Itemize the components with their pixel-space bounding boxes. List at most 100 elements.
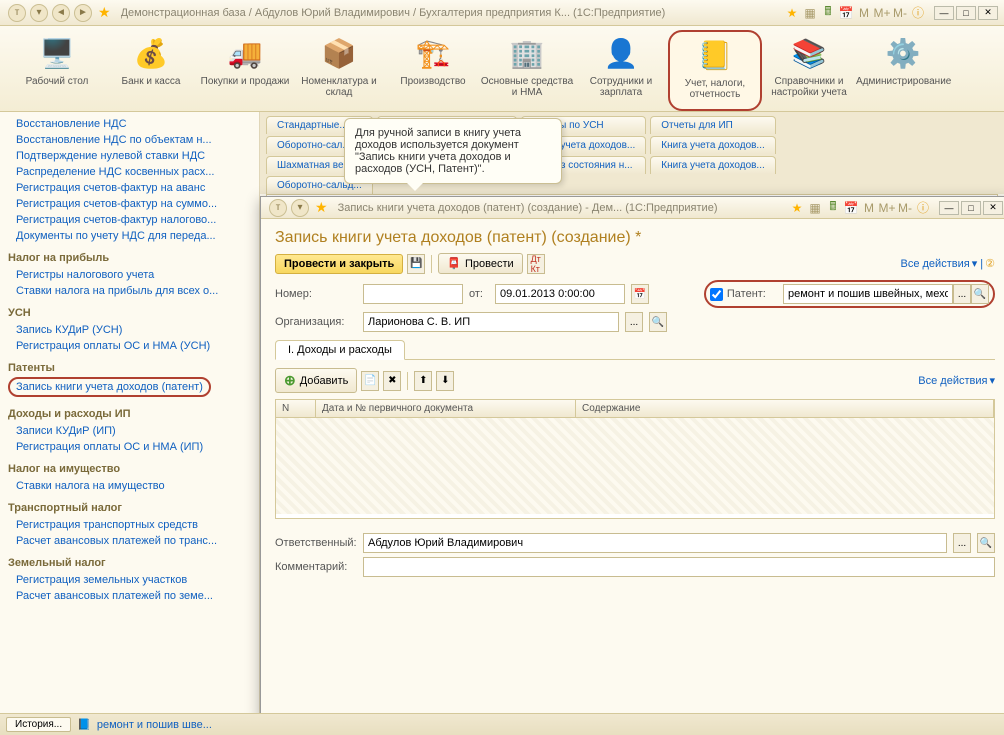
- sidebar-link[interactable]: Документы по учету НДС для переда...: [8, 228, 255, 244]
- history-button[interactable]: История...: [6, 717, 71, 732]
- org-select-button[interactable]: ...: [625, 312, 643, 332]
- star-small-icon[interactable]: ★: [784, 5, 800, 21]
- grid-icon[interactable]: ▦: [802, 5, 818, 21]
- back-button[interactable]: ◄: [52, 4, 70, 22]
- m-minus-icon[interactable]: M-: [892, 5, 908, 21]
- status-tab[interactable]: ремонт и пошив шве...: [97, 719, 212, 731]
- sidebar-link[interactable]: Ставки налога на прибыль для всех о...: [8, 283, 255, 299]
- books-icon: 📚: [785, 32, 833, 74]
- tool-staff[interactable]: 👤Сотрудники и зарплата: [574, 30, 668, 111]
- patent-open-button[interactable]: 🔍: [971, 284, 989, 304]
- maximize-button[interactable]: □: [956, 6, 976, 20]
- sidebar-link[interactable]: Расчет авансовых платежей по земе...: [8, 588, 255, 604]
- number-input[interactable]: [363, 284, 463, 304]
- sidebar-link[interactable]: Подтверждение нулевой ставки НДС: [8, 148, 255, 164]
- tab[interactable]: Книга учета доходов...: [650, 156, 776, 174]
- favorite-icon[interactable]: ★: [315, 199, 328, 216]
- patent-checkbox[interactable]: [710, 288, 723, 301]
- grid-icon[interactable]: ▦: [807, 200, 823, 216]
- m-icon[interactable]: M: [861, 200, 877, 216]
- calc-icon[interactable]: 🖩: [825, 200, 841, 216]
- tab[interactable]: Отчеты для ИП: [650, 116, 776, 134]
- col-doc[interactable]: Дата и № первичного документа: [316, 400, 576, 417]
- tool-refs[interactable]: 📚Справочники и настройки учета: [762, 30, 856, 111]
- logo-icon[interactable]: т: [269, 199, 287, 217]
- col-n[interactable]: N: [276, 400, 316, 417]
- calendar-icon[interactable]: 📅: [843, 200, 859, 216]
- close-button[interactable]: ✕: [983, 201, 1003, 215]
- sidebar-link[interactable]: Регистрация оплаты ОС и НМА (УСН): [8, 338, 255, 354]
- comment-input[interactable]: [363, 557, 995, 577]
- window-title: Демонстрационная база / Абдулов Юрий Вла…: [121, 7, 784, 19]
- tool-stock[interactable]: 📦Номенклатура и склад: [292, 30, 386, 111]
- tool-admin[interactable]: ⚙️Администрирование: [856, 30, 950, 111]
- calendar-icon[interactable]: 📅: [838, 5, 854, 21]
- col-content[interactable]: Содержание: [576, 400, 994, 417]
- sidebar-link[interactable]: Регистрация транспортных средств: [8, 517, 255, 533]
- dropdown-icon[interactable]: ▾: [291, 199, 309, 217]
- responsible-input[interactable]: [363, 533, 947, 553]
- doc-icon[interactable]: 📘: [77, 718, 91, 731]
- tab[interactable]: Книга учета доходов...: [650, 136, 776, 154]
- sidebar-link[interactable]: Регистрация оплаты ОС и НМА (ИП): [8, 439, 255, 455]
- dropdown-icon[interactable]: ▾: [30, 4, 48, 22]
- minimize-button[interactable]: —: [934, 6, 954, 20]
- all-actions-link[interactable]: Все действия ▾ | ②: [901, 257, 996, 270]
- delete-row-button[interactable]: ✖: [383, 371, 401, 391]
- tool-assets[interactable]: 🏢Основные средства и НМА: [480, 30, 574, 111]
- sidebar-link[interactable]: Записи КУДиР (ИП): [8, 423, 255, 439]
- tool-sales[interactable]: 🚚Покупки и продажи: [198, 30, 292, 111]
- move-down-button[interactable]: ⬇: [436, 371, 454, 391]
- resp-select-button[interactable]: ...: [953, 533, 971, 553]
- grid-body[interactable]: [276, 418, 994, 514]
- tool-bank[interactable]: 💰Банк и касса: [104, 30, 198, 111]
- sidebar-link[interactable]: Регистрация счетов-фактур налогово...: [8, 212, 255, 228]
- info-icon[interactable]: ⓘ: [910, 5, 926, 21]
- m-minus-icon[interactable]: M-: [897, 200, 913, 216]
- sidebar-link[interactable]: Регистрация счетов-фактур на суммо...: [8, 196, 255, 212]
- post-button[interactable]: 📮 Провести: [438, 253, 522, 274]
- m-plus-icon[interactable]: M+: [874, 5, 890, 21]
- m-icon[interactable]: M: [856, 5, 872, 21]
- forward-button[interactable]: ►: [74, 4, 92, 22]
- close-button[interactable]: ✕: [978, 6, 998, 20]
- sidebar-link[interactable]: Распределение НДС косвенных расх...: [8, 164, 255, 180]
- data-grid[interactable]: N Дата и № первичного документа Содержан…: [275, 399, 995, 519]
- all-actions-link[interactable]: Все действия ▾: [918, 374, 995, 387]
- org-input[interactable]: [363, 312, 619, 332]
- tool-desktop[interactable]: 🖥️Рабочий стол: [10, 30, 104, 111]
- dtkt-button[interactable]: ДтКт: [527, 254, 545, 274]
- move-up-button[interactable]: ⬆: [414, 371, 432, 391]
- sidebar-link[interactable]: Восстановление НДС по объектам н...: [8, 132, 255, 148]
- tab-income-expense[interactable]: I. Доходы и расходы: [275, 340, 405, 360]
- sidebar-link[interactable]: Ставки налога на имущество: [8, 478, 255, 494]
- maximize-button[interactable]: □: [961, 201, 981, 215]
- logo-icon[interactable]: т: [8, 4, 26, 22]
- star-small-icon[interactable]: ★: [789, 200, 805, 216]
- m-plus-icon[interactable]: M+: [879, 200, 895, 216]
- org-open-button[interactable]: 🔍: [649, 312, 667, 332]
- sidebar-link[interactable]: Запись КУДиР (УСН): [8, 322, 255, 338]
- minimize-button[interactable]: —: [939, 201, 959, 215]
- post-close-button[interactable]: Провести и закрыть: [275, 254, 403, 274]
- sidebar-link[interactable]: Регистрация земельных участков: [8, 572, 255, 588]
- calc-icon[interactable]: 🖩: [820, 5, 836, 21]
- patent-input[interactable]: [783, 284, 953, 304]
- sidebar-link[interactable]: Расчет авансовых платежей по транс...: [8, 533, 255, 549]
- add-row-button[interactable]: ⊕Добавить: [275, 368, 357, 393]
- favorite-icon[interactable]: ★: [98, 4, 111, 21]
- tool-accounting[interactable]: 📒Учет, налоги, отчетность: [668, 30, 762, 111]
- save-button[interactable]: 💾: [407, 254, 425, 274]
- sidebar-link-patent[interactable]: Запись книги учета доходов (патент): [8, 377, 211, 397]
- info-icon[interactable]: ⓘ: [915, 200, 931, 216]
- inner-title: Запись книги учета доходов (патент) (соз…: [338, 202, 789, 214]
- calendar-button[interactable]: 📅: [631, 284, 649, 304]
- date-input[interactable]: [495, 284, 625, 304]
- patent-select-button[interactable]: ...: [953, 284, 971, 304]
- sidebar-link[interactable]: Регистрация счетов-фактур на аванс: [8, 180, 255, 196]
- copy-row-button[interactable]: 📄: [361, 371, 379, 391]
- sidebar-link[interactable]: Регистры налогового учета: [8, 267, 255, 283]
- sidebar-link[interactable]: Восстановление НДС: [8, 116, 255, 132]
- tool-production[interactable]: 🏗️Производство: [386, 30, 480, 111]
- resp-open-button[interactable]: 🔍: [977, 533, 995, 553]
